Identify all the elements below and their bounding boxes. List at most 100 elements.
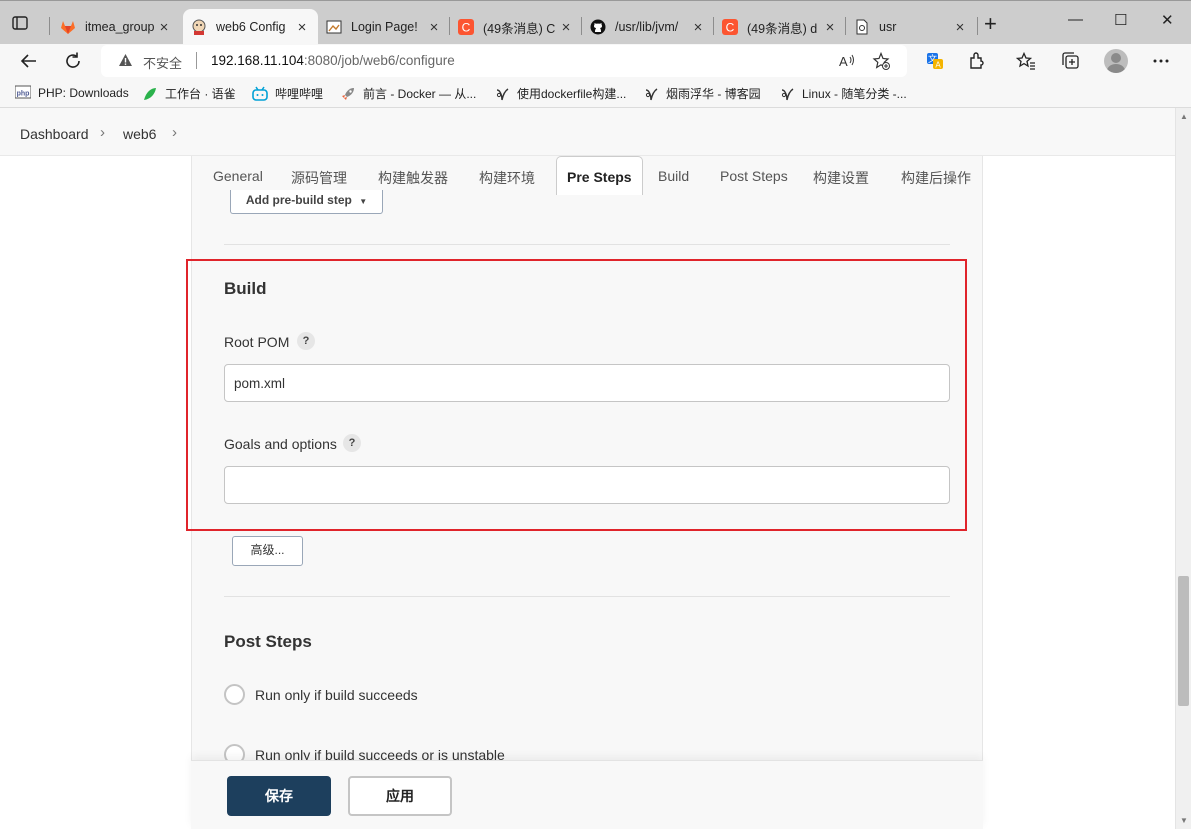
tab-separator [449,17,450,35]
add-favorite-icon[interactable] [872,51,890,73]
root-pom-help-icon[interactable]: ? [297,332,315,350]
close-tab-icon[interactable]: × [822,19,838,36]
bookmark-bilibili[interactable]: 哔哩哔哩 [252,85,323,102]
tab-post-build-actions[interactable]: 构建后操作 [901,168,971,188]
svg-text:A: A [935,61,941,70]
jenkins-page: Dashboard › web6 › General 源码管理 构建触发器 构建… [0,108,1175,829]
goals-options-label: Goals and options [224,436,337,452]
goals-options-help-icon[interactable]: ? [343,434,361,452]
tab-title: Login Page! [351,20,418,34]
maximize-button[interactable]: ☐ [1114,11,1127,29]
tab-build-environment[interactable]: 构建环境 [479,168,535,188]
browser-tab-csdn-2[interactable]: C (49条消息) d × [714,9,846,45]
breadcrumb-dashboard[interactable]: Dashboard [20,126,89,142]
goals-options-input[interactable] [224,466,950,504]
refresh-icon[interactable] [61,49,85,73]
close-tab-icon[interactable]: × [952,19,968,36]
close-window-button[interactable]: ✕ [1161,11,1174,29]
add-pre-build-step-button[interactable]: Add pre-build step ▼ [230,190,383,214]
breadcrumb-web6[interactable]: web6 [123,126,156,142]
bookmark-docker-preface[interactable]: 前言 - Docker — 从... [340,85,476,102]
radio-label: Run only if build succeeds [255,686,418,703]
php-icon: php [14,85,32,101]
bookmark-label: PHP: Downloads [38,86,129,100]
radio-button[interactable] [224,684,245,705]
tab-build-triggers[interactable]: 构建触发器 [378,168,448,188]
scrollbar-thumb[interactable] [1178,576,1189,706]
close-tab-icon[interactable]: × [690,19,706,36]
tab-actions-icon[interactable] [10,13,30,33]
apply-button[interactable]: 应用 [348,776,452,816]
browser-tab-itmea[interactable]: itmea_group × [52,9,180,45]
security-label[interactable]: 不安全 [143,53,182,72]
csdn-icon: C [722,19,738,35]
tab-pre-steps[interactable]: Pre Steps [556,156,643,195]
tab-general[interactable]: General [213,168,263,184]
warning-icon[interactable] [118,53,133,67]
favorites-icon[interactable] [1015,51,1036,71]
back-arrow-icon[interactable] [17,49,41,73]
read-aloud-icon[interactable]: A [838,52,856,73]
radio-run-if-success[interactable]: Run only if build succeeds [224,684,418,705]
image-icon [326,19,342,35]
bookmark-label: 哔哩哔哩 [275,87,324,101]
chevron-right-icon[interactable]: › [172,124,177,141]
tab-build[interactable]: Build [658,168,689,184]
new-tab-button[interactable]: + [984,13,997,35]
tab-separator [977,17,978,35]
scroll-down-arrow-icon[interactable]: ▼ [1180,816,1188,825]
minimize-button[interactable]: — [1068,11,1083,28]
browser-tab-github[interactable]: /usr/lib/jvm/ × [582,9,714,45]
translate-icon[interactable]: 文A [925,51,945,71]
scroll-up-arrow-icon[interactable]: ▲ [1180,112,1188,121]
bookmark-yanyu-blog[interactable]: 烟雨浮华 - 博客园 [643,85,761,102]
browser-tab-usr[interactable]: usr × [846,9,976,45]
extensions-icon[interactable] [967,51,987,71]
add-pre-build-step-label: Add pre-build step [245,193,352,207]
save-button[interactable]: 保存 [227,776,331,816]
browser-tab-web6-config[interactable]: web6 Config × [183,9,318,45]
bookmark-label: 烟雨浮华 - 博客园 [666,87,761,101]
tab-build-settings[interactable]: 构建设置 [813,168,869,188]
bookmark-linux-notes[interactable]: Linux - 随笔分类 -... [779,85,907,102]
close-tab-icon[interactable]: × [426,19,442,36]
tab-separator [713,17,714,35]
bookmark-yuque[interactable]: 工作台 · 语雀 [142,85,236,102]
config-tab-bar: General 源码管理 构建触发器 构建环境 Pre Steps Build … [192,156,982,195]
browser-tab-login[interactable]: Login Page! × [318,9,450,45]
close-tab-icon[interactable]: × [294,19,310,36]
csdn-icon: C [458,19,474,35]
more-menu-icon[interactable] [1151,51,1171,71]
tab-title: web6 Config [216,20,286,34]
rocket-icon [340,86,356,102]
tab-source-management[interactable]: 源码管理 [291,168,347,188]
address-divider [196,52,197,69]
page-scrollbar[interactable]: ▲ ▼ [1175,108,1191,829]
cnblogs-icon [643,86,659,102]
cnblogs-icon [494,86,510,102]
close-tab-icon[interactable]: × [156,19,172,36]
url-text[interactable]: 192.168.11.104:8080/job/web6/configure [211,53,455,68]
tab-title: /usr/lib/jvm/ [615,20,679,34]
advanced-button[interactable]: 高级... [232,536,303,566]
caret-down-icon: ▼ [359,197,368,206]
browser-tab-csdn-1[interactable]: C (49条消息) C × [450,9,582,45]
url-host: 192.168.11.104 [211,53,304,68]
bilibili-icon [252,86,268,102]
profile-avatar-icon[interactable] [1104,49,1128,73]
bookmark-dockerfile[interactable]: 使用dockerfile构建... [494,85,626,102]
bookmark-label: Linux - 随笔分类 -... [802,87,907,101]
address-bar[interactable]: 不安全 192.168.11.104:8080/job/web6/configu… [101,45,907,77]
post-steps-section-title: Post Steps [224,632,312,651]
tab-post-steps[interactable]: Post Steps [720,168,788,184]
chevron-right-icon[interactable]: › [100,124,105,141]
form-action-bar: 保存 应用 [191,760,983,829]
root-pom-label: Root POM [224,334,290,350]
root-pom-input[interactable] [224,364,950,402]
svg-text:C: C [726,21,735,35]
close-tab-icon[interactable]: × [558,19,574,36]
bookmark-php-downloads[interactable]: php PHP: Downloads [14,85,129,101]
collections-icon[interactable] [1060,51,1080,71]
tab-title: (49条消息) d [747,21,818,36]
url-path: :8080/job/web6/configure [303,53,455,68]
